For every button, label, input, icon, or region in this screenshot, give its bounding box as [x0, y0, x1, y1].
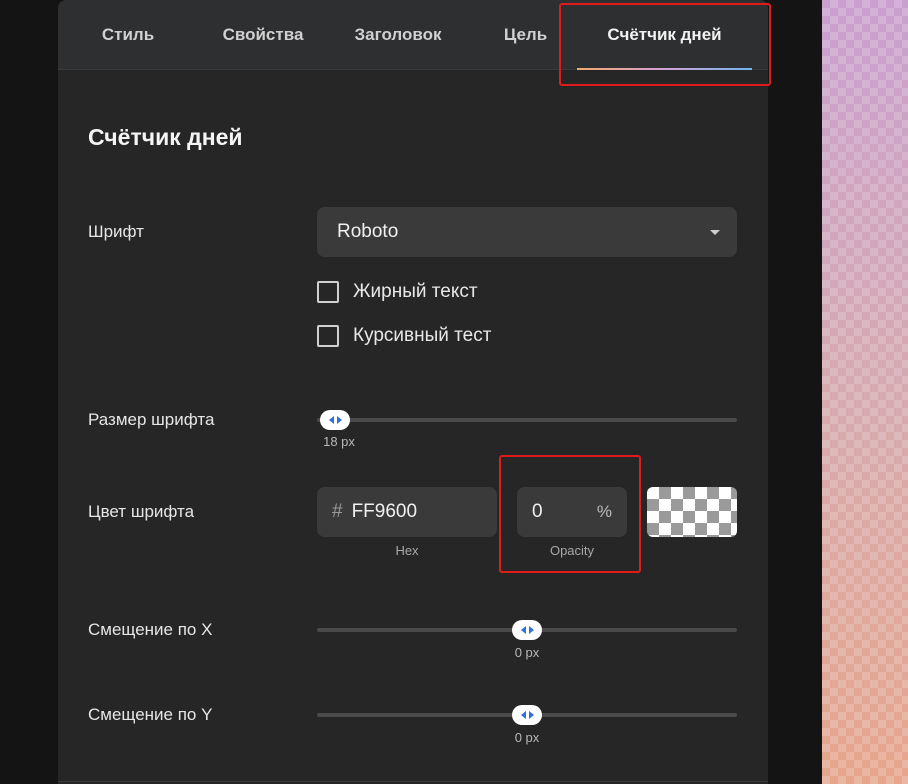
- hex-input[interactable]: # FF9600: [317, 487, 497, 537]
- color-swatch[interactable]: [647, 487, 737, 537]
- offset-y-slider-thumb[interactable]: [512, 705, 542, 725]
- font-select[interactable]: Roboto: [317, 207, 737, 257]
- font-size-slider-thumb[interactable]: [320, 410, 350, 430]
- offset-y-value: 0 px: [514, 730, 540, 745]
- drag-arrows-icon: [328, 416, 342, 424]
- chevron-down-icon: [710, 230, 720, 235]
- italic-checkbox[interactable]: [317, 325, 339, 347]
- bold-label: Жирный текст: [353, 281, 478, 302]
- font-size-label: Размер шрифта: [88, 410, 215, 429]
- font-label: Шрифт: [88, 222, 144, 241]
- italic-checkbox-row[interactable]: Курсивный тест: [317, 325, 491, 347]
- offset-x-label: Смещение по X: [88, 620, 213, 639]
- offset-x-slider-thumb[interactable]: [512, 620, 542, 640]
- italic-label: Курсивный тест: [353, 325, 492, 346]
- offset-y-label: Смещение по Y: [88, 705, 213, 724]
- drag-arrows-icon: [520, 711, 534, 719]
- divider: [58, 781, 768, 782]
- hex-value: FF9600: [351, 501, 418, 522]
- tab-bar: Стиль Свойства Заголовок Цель Счётчик дн…: [58, 0, 768, 70]
- drag-arrows-icon: [520, 626, 534, 634]
- tab-heading[interactable]: Заголовок: [338, 0, 458, 70]
- hex-caption: Hex: [395, 543, 419, 558]
- font-size-slider-track[interactable]: [317, 418, 737, 422]
- opacity-input[interactable]: 0 %: [517, 487, 627, 537]
- font-color-label: Цвет шрифта: [88, 502, 195, 521]
- font-size-value: 18 px: [323, 434, 355, 449]
- bold-checkbox-row[interactable]: Жирный текст: [317, 281, 478, 303]
- section-title: Счётчик дней: [88, 124, 243, 150]
- preview-background: [822, 0, 908, 784]
- opacity-caption: Opacity: [549, 543, 595, 558]
- tab-goal[interactable]: Цель: [478, 0, 573, 70]
- percent-symbol: %: [596, 502, 612, 521]
- tab-style[interactable]: Стиль: [78, 0, 178, 70]
- hash-symbol: #: [332, 501, 343, 522]
- tab-properties[interactable]: Свойства: [198, 0, 328, 70]
- opacity-value: 0: [532, 501, 543, 522]
- tab-day-counter[interactable]: Счётчик дней: [577, 0, 752, 70]
- bold-checkbox[interactable]: [317, 281, 339, 303]
- offset-x-value: 0 px: [514, 645, 540, 660]
- settings-panel: Стиль Свойства Заголовок Цель Счётчик дн…: [58, 0, 768, 784]
- font-select-value: Roboto: [337, 221, 399, 242]
